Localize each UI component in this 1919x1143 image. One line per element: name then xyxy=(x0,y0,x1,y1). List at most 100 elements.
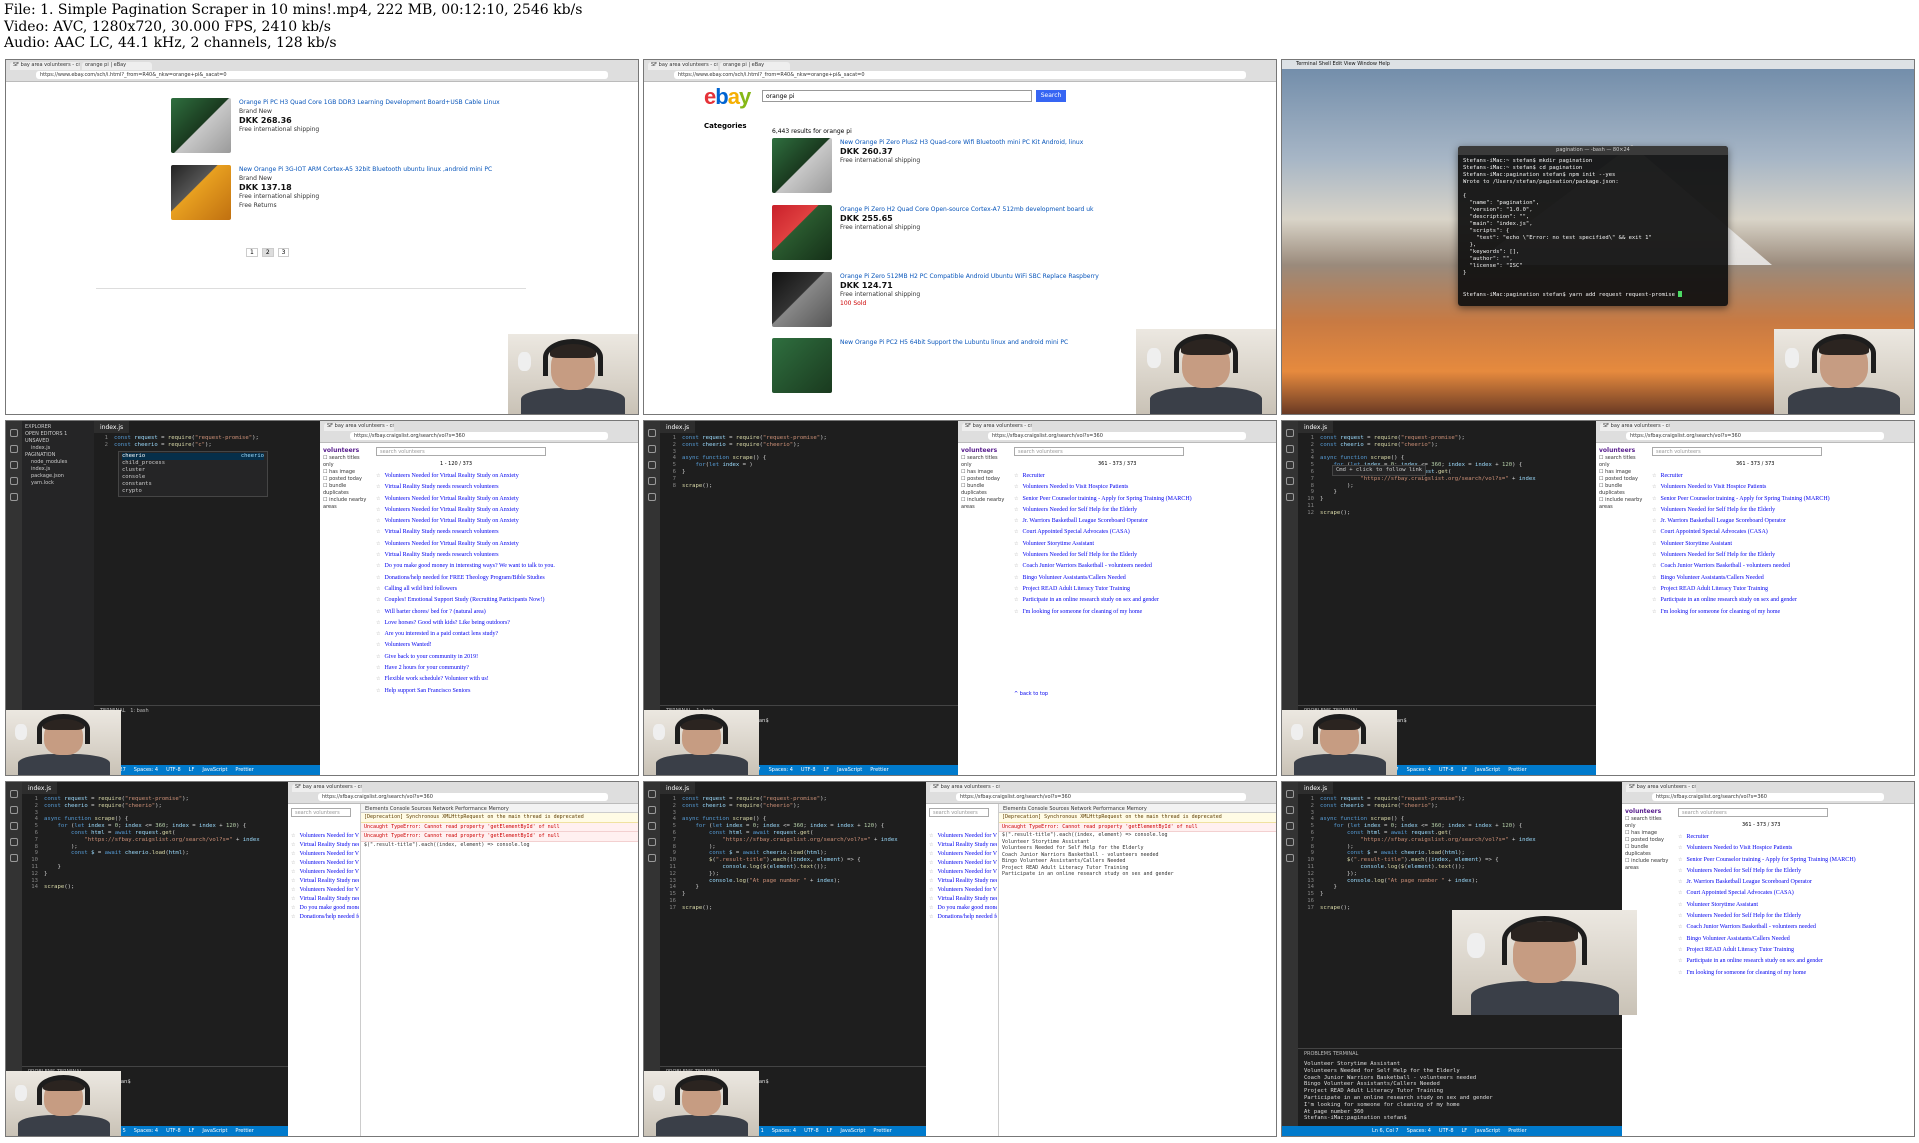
status-bar-item[interactable]: Spaces: 4 xyxy=(134,1128,158,1134)
result-title-link[interactable]: Donations/help needed for FREE Theology … xyxy=(937,914,997,920)
filter-checkbox[interactable]: ☐ search titles only xyxy=(323,455,367,469)
search-input[interactable]: orange pi xyxy=(762,90,1032,102)
search-input[interactable]: search volunteers xyxy=(291,808,351,817)
category-title[interactable]: volunteers xyxy=(1625,808,1661,815)
favorite-star-icon[interactable]: ☆ xyxy=(1652,530,1656,535)
status-bar-item[interactable]: Ln 6, Col 7 xyxy=(1372,1128,1399,1134)
result-row[interactable]: ☆ I'm looking for someone for cleaning of… xyxy=(1014,607,1264,618)
result-row[interactable]: ☆ Help support San Francisco Seniors xyxy=(376,686,626,697)
result-title-link[interactable]: Volunteers Needed for Virtual Reality St… xyxy=(937,851,997,857)
autocomplete-item[interactable]: cheerio cheerio xyxy=(122,453,264,460)
favorite-star-icon[interactable]: ☆ xyxy=(1652,519,1656,524)
explorer-item[interactable]: package.json xyxy=(25,473,91,480)
favorite-star-icon[interactable]: ☆ xyxy=(1652,485,1656,490)
result-title-link[interactable]: I'm looking for someone for cleaning of … xyxy=(1660,609,1780,615)
filter-checkbox[interactable]: ☐ search titles only xyxy=(1625,816,1669,830)
result-row[interactable]: ☆ Volunteers Needed for Self Help for the… xyxy=(1652,550,1902,561)
result-row[interactable]: ☆ Participate in an online research study… xyxy=(1014,595,1264,606)
product-item[interactable]: New Orange Pi Zero Plus2 H3 Quad-core Wi… xyxy=(772,138,1083,193)
address-bar[interactable]: https://sfbay.craigslist.org/search/vol?… xyxy=(1652,793,1884,801)
favorite-star-icon[interactable]: ☆ xyxy=(1014,519,1018,524)
favorite-star-icon[interactable]: ☆ xyxy=(376,598,380,603)
result-title-link[interactable]: Project READ Adult Literacy Tutor Traini… xyxy=(1022,586,1130,592)
filter-checkbox[interactable]: ☐ bundle duplicates xyxy=(961,483,1005,497)
address-bar[interactable]: https://sfbay.craigslist.org/search/vol?… xyxy=(318,793,608,801)
result-title-link[interactable]: Do you make good money in interesting wa… xyxy=(384,563,554,569)
status-bar-item[interactable]: Prettier xyxy=(1508,1128,1526,1134)
address-bar[interactable]: https://sfbay.craigslist.org/search/vol?… xyxy=(1626,432,1884,440)
filter-checkbox[interactable]: ☐ include nearby areas xyxy=(961,497,1005,511)
search-input[interactable]: search volunteers xyxy=(929,808,989,817)
result-row[interactable]: ☆ Volunteers Needed for Virtual Reality S… xyxy=(291,859,359,868)
status-bar-item[interactable]: JavaScript xyxy=(1475,1128,1500,1134)
result-title-link[interactable]: Give back to your community in 2019! xyxy=(384,654,478,660)
category-title[interactable]: volunteers xyxy=(961,447,997,454)
devtools-panel[interactable]: Elements Console Sources Network Perform… xyxy=(360,804,638,1136)
result-row[interactable]: ☆ Volunteers Needed for Virtual Reality S… xyxy=(929,832,997,841)
result-row[interactable]: ☆ Volunteers Needed for Virtual Reality S… xyxy=(291,832,359,841)
result-title-link[interactable]: Volunteers Needed to Visit Hospice Patie… xyxy=(1022,484,1128,490)
result-title-link[interactable]: Volunteers Wanted! xyxy=(384,642,431,648)
favorite-star-icon[interactable]: ☆ xyxy=(291,879,295,884)
result-row[interactable]: ☆ Volunteers Needed to Visit Hospice Pati… xyxy=(1652,482,1902,493)
result-title-link[interactable]: Coach Junior Warriors Basketball - volun… xyxy=(1686,924,1815,930)
favorite-star-icon[interactable]: ☆ xyxy=(1678,869,1682,874)
favorite-star-icon[interactable]: ☆ xyxy=(376,655,380,660)
favorite-star-icon[interactable]: ☆ xyxy=(376,508,380,513)
favorite-star-icon[interactable]: ☆ xyxy=(291,870,295,875)
status-bar-item[interactable]: LF xyxy=(189,767,195,773)
debug-icon[interactable] xyxy=(10,477,18,485)
extensions-icon[interactable] xyxy=(10,854,18,862)
result-title-link[interactable]: Court Appointed Special Advocates (CASA) xyxy=(1660,529,1767,535)
result-title-link[interactable]: Volunteers Needed for Virtual Reality St… xyxy=(937,833,997,839)
result-row[interactable]: ☆ I'm looking for someone for cleaning of… xyxy=(1678,968,1908,979)
result-row[interactable]: ☆ Are you interested in a paid contact le… xyxy=(376,629,626,640)
favorite-star-icon[interactable]: ☆ xyxy=(1652,587,1656,592)
console-input[interactable]: $(".result-title").each((index, element)… xyxy=(361,842,638,849)
product-title[interactable]: Orange Pi Zero H2 Quad Core Open-source … xyxy=(840,205,1094,214)
category-title[interactable]: volunteers xyxy=(323,447,359,454)
status-bar-item[interactable]: Prettier xyxy=(235,1128,253,1134)
favorite-star-icon[interactable]: ☆ xyxy=(1014,497,1018,502)
result-row[interactable]: ☆ Bingo Volunteer Assistants/Callers Need… xyxy=(1678,934,1908,945)
result-title-link[interactable]: Virtual Reality Study needs research vol… xyxy=(937,896,997,902)
favorite-star-icon[interactable]: ☆ xyxy=(291,834,295,839)
result-title-link[interactable]: Coach Junior Warriors Basketball - volun… xyxy=(1022,563,1151,569)
address-bar[interactable]: https://sfbay.craigslist.org/search/vol?… xyxy=(956,793,1246,801)
page-link[interactable]: 3 xyxy=(277,248,290,257)
autocomplete-item[interactable]: child_process xyxy=(122,460,264,467)
status-bar-item[interactable]: JavaScript xyxy=(202,1128,227,1134)
favorite-star-icon[interactable]: ☆ xyxy=(1652,508,1656,513)
result-title-link[interactable]: Jr. Warriors Basketball League Scoreboar… xyxy=(1022,518,1147,524)
search-input[interactable]: search volunteers xyxy=(1014,447,1184,456)
status-bar-item[interactable]: Prettier xyxy=(235,767,253,773)
browser-tab[interactable]: SF bay area volunteers - craig xyxy=(1600,423,1670,431)
status-bar-item[interactable]: UTF-8 xyxy=(1439,767,1454,773)
favorite-star-icon[interactable]: ☆ xyxy=(376,519,380,524)
browser-tab[interactable]: SF bay area volunteers - craig xyxy=(292,784,362,792)
filter-checkbox[interactable]: ☐ search titles only xyxy=(1599,455,1643,469)
open-file[interactable]: index.js xyxy=(25,445,91,452)
debug-icon[interactable] xyxy=(648,838,656,846)
address-bar[interactable]: https://sfbay.craigslist.org/search/vol?… xyxy=(988,432,1246,440)
favorite-star-icon[interactable]: ☆ xyxy=(1678,925,1682,930)
favorite-star-icon[interactable]: ☆ xyxy=(376,564,380,569)
favorite-star-icon[interactable]: ☆ xyxy=(929,852,933,857)
result-title-link[interactable]: Donations/help needed for FREE Theology … xyxy=(384,575,544,581)
result-title-link[interactable]: I'm looking for someone for cleaning of … xyxy=(1686,970,1806,976)
favorite-star-icon[interactable]: ☆ xyxy=(1678,903,1682,908)
git-icon[interactable] xyxy=(648,461,656,469)
result-row[interactable]: ☆ Donations/help needed for FREE Theology… xyxy=(291,913,359,922)
favorite-star-icon[interactable]: ☆ xyxy=(376,666,380,671)
favorite-star-icon[interactable]: ☆ xyxy=(1014,508,1018,513)
result-row[interactable]: ☆ Donations/help needed for FREE Theology… xyxy=(929,913,997,922)
category-title[interactable]: volunteers xyxy=(1599,447,1635,454)
search-icon[interactable] xyxy=(10,445,18,453)
favorite-star-icon[interactable]: ☆ xyxy=(376,576,380,581)
result-title-link[interactable]: Donations/help needed for FREE Theology … xyxy=(299,914,359,920)
filter-checkbox[interactable]: ☐ posted today xyxy=(323,476,367,483)
result-row[interactable]: ☆ Jr. Warriors Basketball League Scoreboa… xyxy=(1678,877,1908,888)
result-row[interactable]: ☆ Coach Junior Warriors Basketball - volu… xyxy=(1652,561,1902,572)
result-row[interactable]: ☆ Volunteers Needed for Virtual Reality S… xyxy=(929,850,997,859)
result-title-link[interactable]: Virtual Reality Study needs research vol… xyxy=(299,896,359,902)
